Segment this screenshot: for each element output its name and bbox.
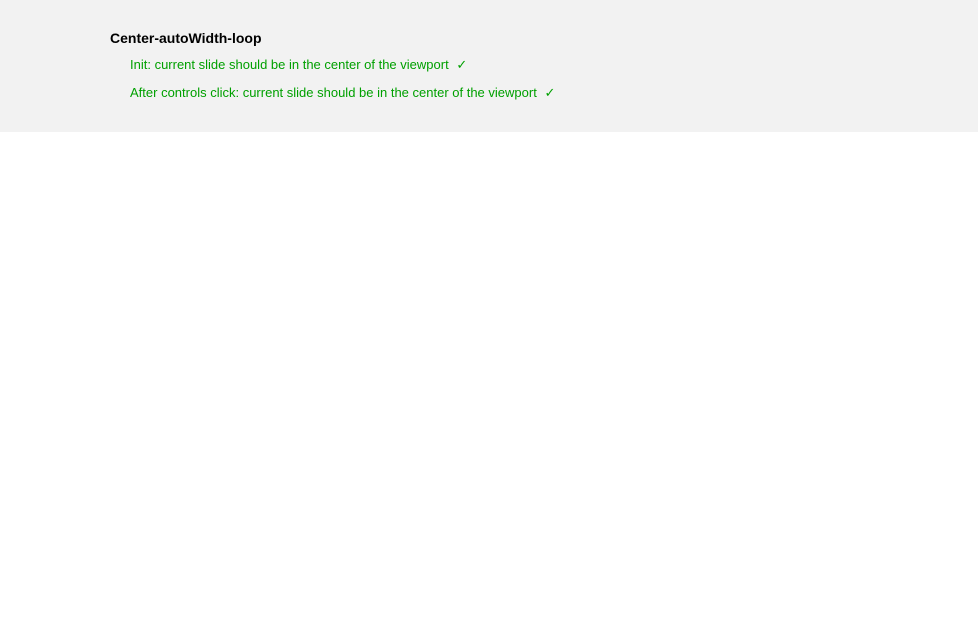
test-items: Init: current slide should be in the cen… — [0, 56, 978, 102]
test-results-panel: Center-autoWidth-loop Init: current slid… — [0, 0, 978, 132]
test-item: Init: current slide should be in the cen… — [130, 56, 978, 74]
test-item: After controls click: current slide shou… — [130, 84, 978, 102]
checkmark-icon: ✓ — [456, 57, 467, 72]
checkmark-icon: ✓ — [544, 85, 555, 100]
test-suite-title: Center-autoWidth-loop — [0, 30, 978, 46]
test-item-label: After controls click: current slide shou… — [130, 85, 537, 100]
test-item-label: Init: current slide should be in the cen… — [130, 57, 449, 72]
